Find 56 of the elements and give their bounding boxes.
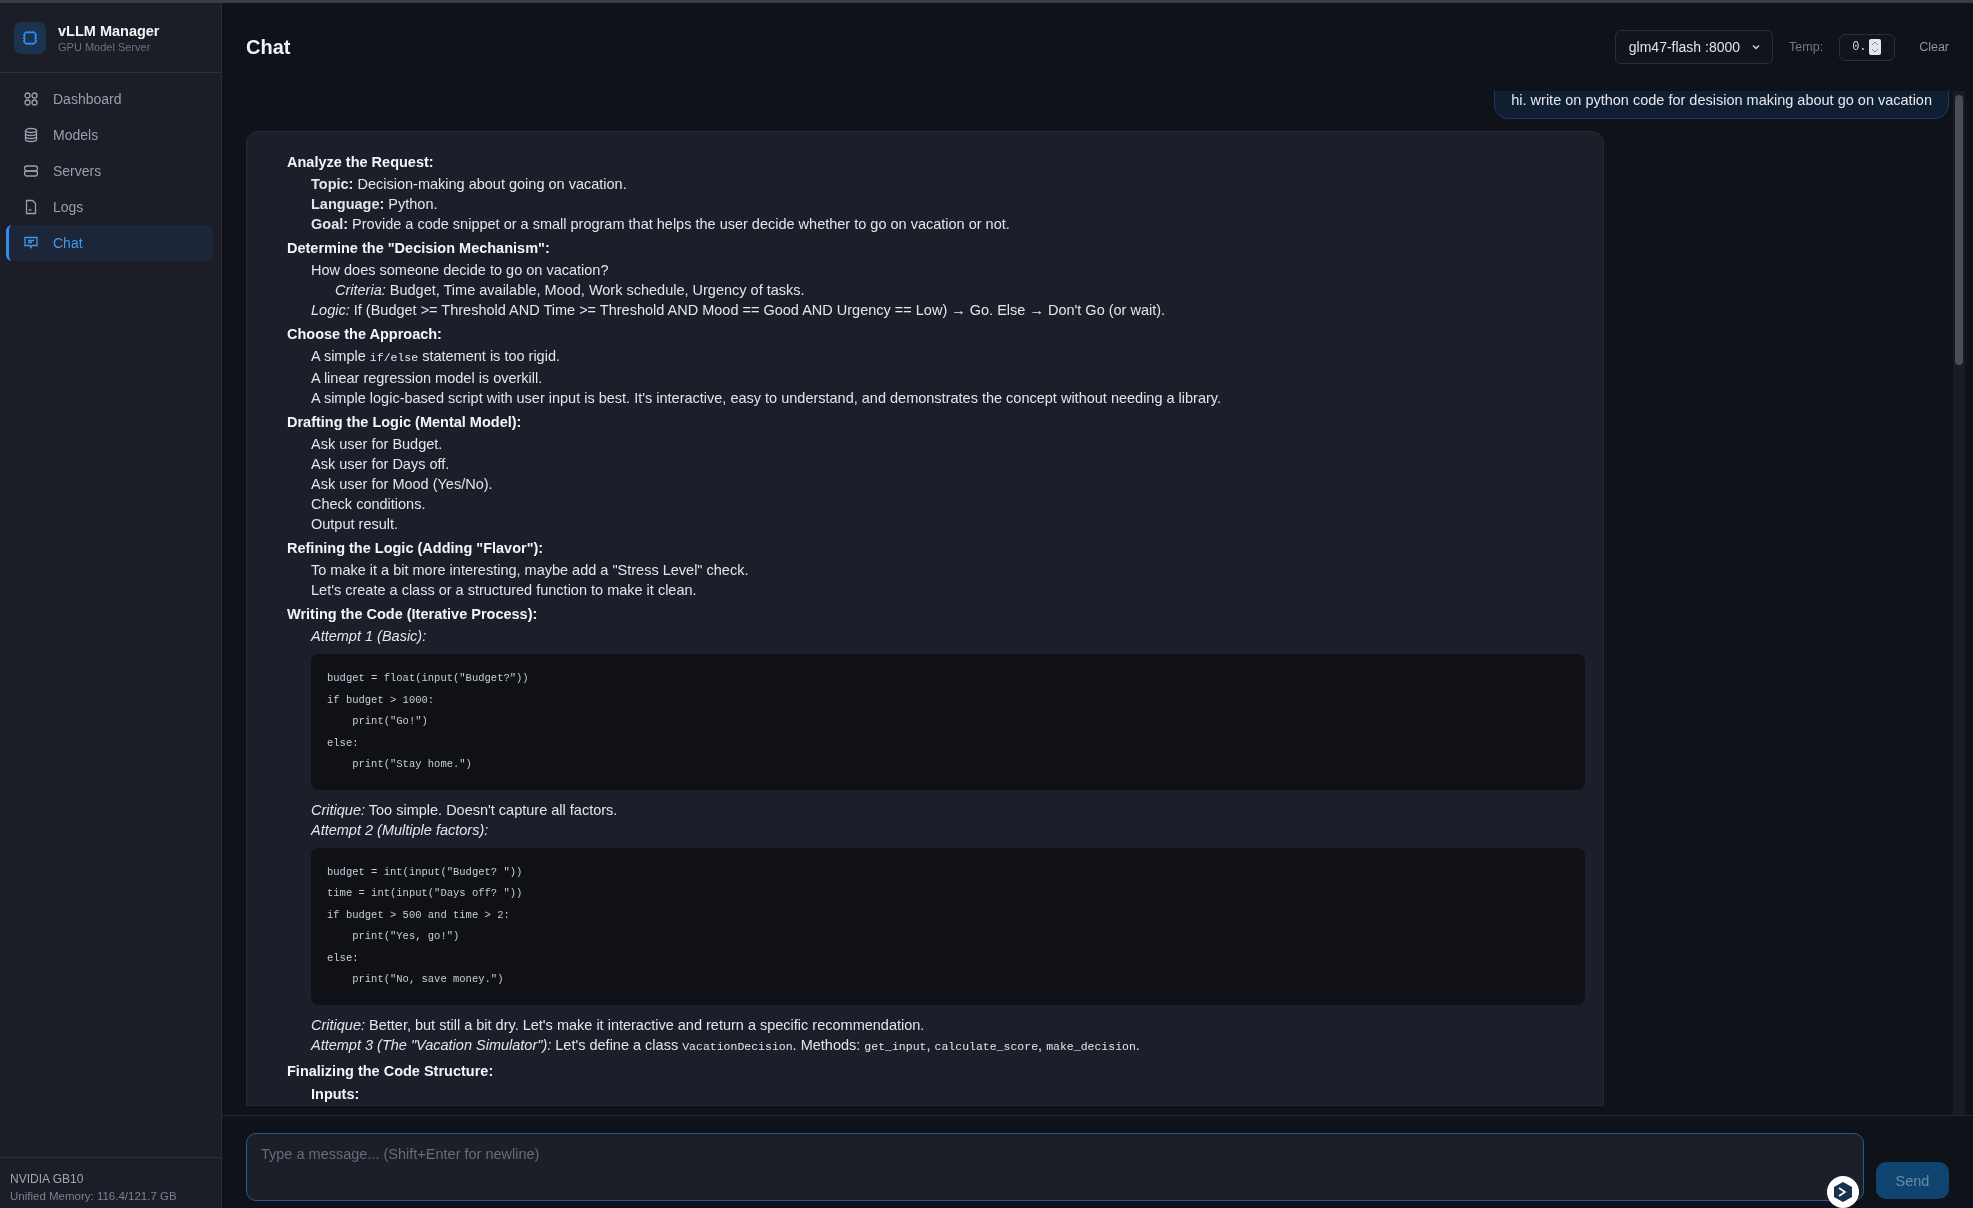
message-text: Ask user for Mood (Yes/No). bbox=[311, 475, 494, 494]
message-text: Attempt 3 (The "Vacation Simulator"): Let's define a class VacationDecision. Methods: get_input, calculate_score, make_decision. bbox=[311, 1035, 1141, 1055]
clear-button[interactable]: Clear bbox=[1911, 40, 1949, 54]
message-text: Check conditions. bbox=[311, 495, 427, 514]
message-text: Criteria: Budget, Time available, Mood, Work schedule, Urgency of tasks. bbox=[335, 281, 806, 300]
code-block: budget = int(input("Budget? ")) time = int(input("Days off? ")) if budget > 500 and time > 2: print("Yes, go!") else: print("No, save money.") bbox=[311, 847, 1585, 1005]
message-text: A simple if/else statement is too rigid. bbox=[311, 347, 561, 366]
message-text: Attempt 2 (Multiple factors): bbox=[311, 820, 490, 840]
spinner-icon[interactable] bbox=[1868, 39, 1881, 55]
gpu-name: NVIDIA GB10 bbox=[10, 1172, 85, 1186]
section-heading: Determine the "Decision Mechanism": bbox=[287, 239, 551, 258]
nav-item[interactable]: Models bbox=[6, 117, 213, 153]
nav-item[interactable]: Logs bbox=[6, 189, 213, 225]
temp-input[interactable]: 0. bbox=[1839, 33, 1896, 61]
assistant-badge-icon[interactable] bbox=[1826, 1175, 1860, 1208]
message-text: A simple logic-based script with user input is best. It's interactive, easy to understand, and demonstrates the concept without needing a library. bbox=[311, 389, 1223, 408]
section-heading: Writing the Code (Iterative Process): bbox=[287, 605, 539, 624]
chip-logo-icon bbox=[14, 21, 46, 54]
scrollbar[interactable] bbox=[1953, 91, 1965, 1115]
page-title: Chat bbox=[246, 35, 292, 59]
memory-usage: Unified Memory: 116.4/121.7 GB bbox=[10, 1190, 178, 1202]
section-heading: Analyze the Request: bbox=[287, 153, 435, 172]
nav-item[interactable]: Chat bbox=[6, 225, 213, 261]
nav-item[interactable]: Servers bbox=[6, 153, 213, 189]
message-text: Critique: Too simple. Doesn't capture all factors. bbox=[311, 800, 619, 820]
code-block: budget = float(input("Budget?")) if budget > 1000: print("Go!") else: print("Stay home.") bbox=[311, 654, 1585, 790]
message-text: Topic: Decision-making about going on vacation. bbox=[311, 175, 628, 194]
message-text: Ask user for Days off. bbox=[311, 455, 451, 474]
user-message: hi. write on python code for desision making about go on vacation bbox=[1494, 91, 1949, 119]
message-text: A linear regression model is overkill. bbox=[311, 369, 544, 388]
section-heading: Finalizing the Code Structure: bbox=[287, 1061, 495, 1081]
message-text: Ask user for Budget. bbox=[311, 435, 444, 454]
database-icon bbox=[23, 127, 39, 143]
message-text: To make it a bit more interesting, maybe add a "Stress Level" check. bbox=[311, 561, 750, 580]
chat-icon bbox=[23, 235, 39, 251]
message-text: Goal: Provide a code snippet or a small program that helps the user decide whether to go on vacation or not. bbox=[311, 215, 1011, 234]
temp-label: Temp: bbox=[1789, 40, 1824, 54]
grid-icon bbox=[23, 91, 39, 107]
message-text: Logic: If (Budget >= Threshold AND Time >= Threshold AND Mood == Good AND Urgency == Low) → Go. Else → Don't Go (or wait). bbox=[311, 301, 1167, 320]
message-text: Let's create a class or a structured function to make it clean. bbox=[311, 581, 698, 600]
app-title: vLLM Manager bbox=[58, 22, 160, 39]
file-icon bbox=[23, 199, 39, 215]
server-icon bbox=[23, 163, 39, 179]
section-heading: Drafting the Logic (Mental Model): bbox=[287, 413, 523, 432]
section-heading: Choose the Approach: bbox=[287, 325, 443, 344]
section-heading: Refining the Logic (Adding "Flavor"): bbox=[287, 539, 545, 558]
message-text: Output result. bbox=[311, 515, 400, 534]
app-subtitle: GPU Model Server bbox=[58, 40, 152, 53]
model-select[interactable]: glm47-flash :8000 bbox=[1614, 30, 1774, 64]
nav-item[interactable]: Dashboard bbox=[6, 81, 213, 117]
message-text: Attempt 1 (Basic): bbox=[311, 627, 428, 646]
message-text: Critique: Better, but still a bit dry. Let's make it interactive and return a specific recommendation. bbox=[311, 1015, 926, 1035]
message-subheading: Inputs: bbox=[311, 1084, 361, 1104]
message-text: How does someone decide to go on vacation? bbox=[311, 261, 610, 280]
message-text: Language: Python. bbox=[311, 195, 439, 214]
message-input[interactable]: Type a message... (Shift+Enter for newline) bbox=[246, 1133, 1864, 1201]
